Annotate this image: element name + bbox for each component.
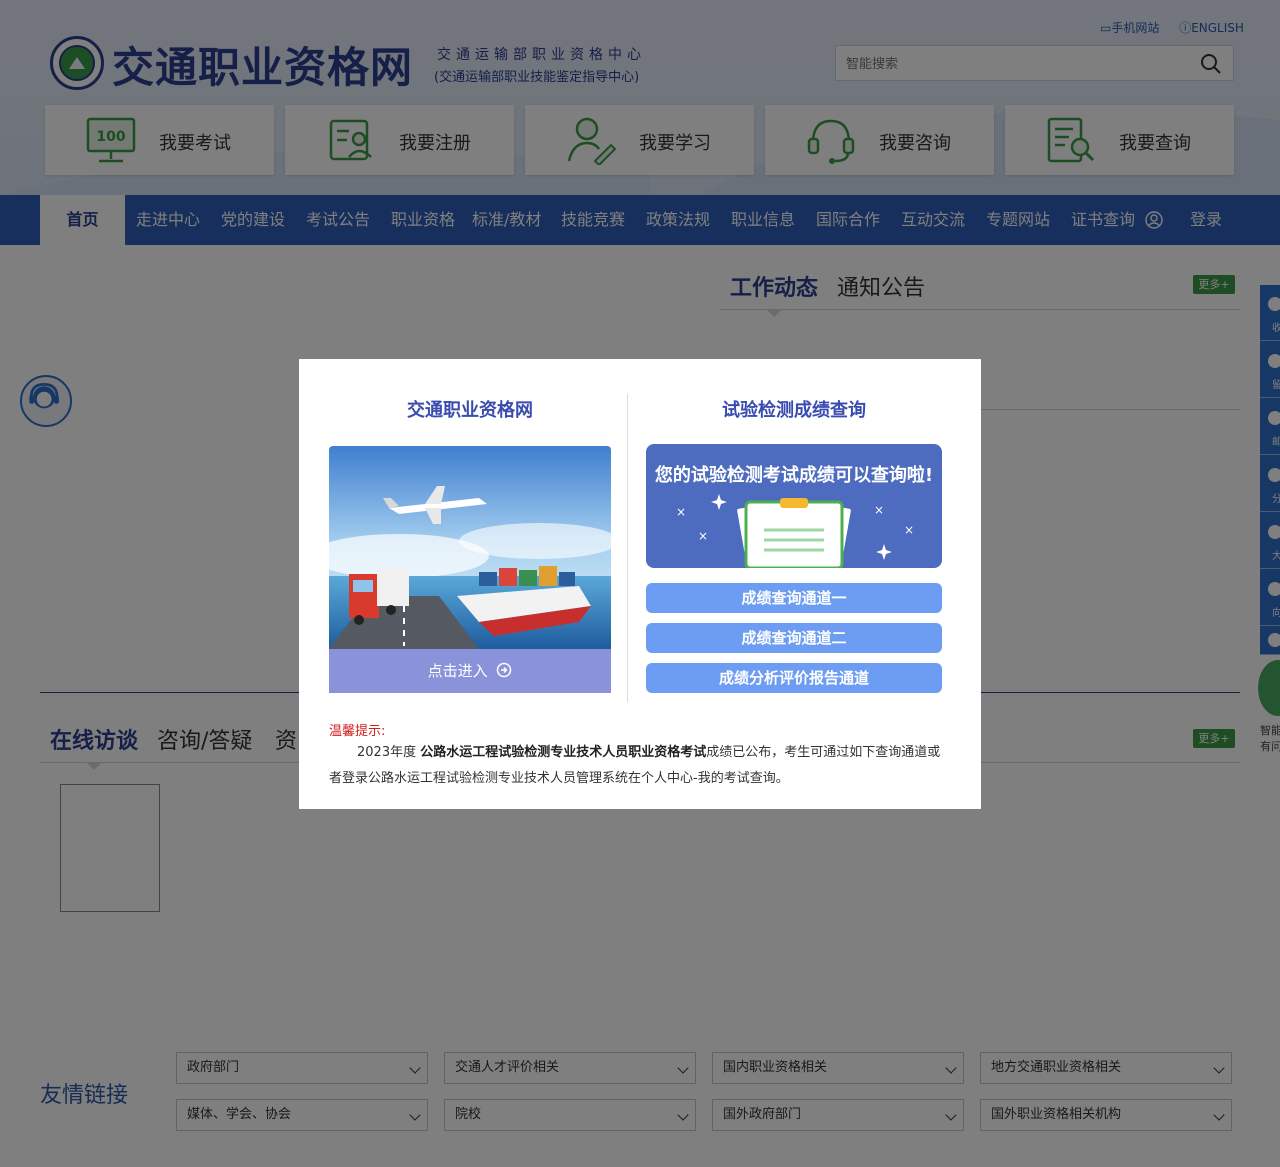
enter-site-label: 点击进入 [427, 662, 488, 680]
score-query-banner: 您的试验检测考试成绩可以查询啦! × × × × [646, 444, 942, 568]
notice-title: 温馨提示: [329, 724, 386, 739]
svg-text:×: × [698, 529, 708, 543]
clipboard-illustration: × × × × [676, 494, 914, 568]
svg-text:×: × [904, 523, 914, 537]
modal-divider [627, 394, 628, 702]
notice-body: 2023年度 公路水运工程试验检测专业技术人员职业资格考试成绩已公布，考生可通过… [329, 745, 941, 786]
modal-left-title: 交通职业资格网 [407, 400, 533, 421]
score-analysis-report-button[interactable]: 成绩分析评价报告通道 [646, 663, 942, 693]
score-query-channel-1-button[interactable]: 成绩查询通道一 [646, 583, 942, 613]
transport-banner-image[interactable] [329, 446, 611, 649]
score-query-channel-2-button[interactable]: 成绩查询通道二 [646, 623, 942, 653]
modal-right-title: 试验检测成绩查询 [722, 400, 866, 421]
svg-text:×: × [874, 503, 884, 517]
svg-text:×: × [676, 505, 686, 519]
arrow-circle-icon [497, 662, 512, 678]
transport-illustration [329, 446, 611, 649]
announcement-modal: 交通职业资格网 点击进入 试验检测成绩查询 您的试验检测考试成绩可以查询啦! ×… [299, 359, 981, 809]
enter-site-button[interactable]: 点击进入 [329, 649, 611, 693]
